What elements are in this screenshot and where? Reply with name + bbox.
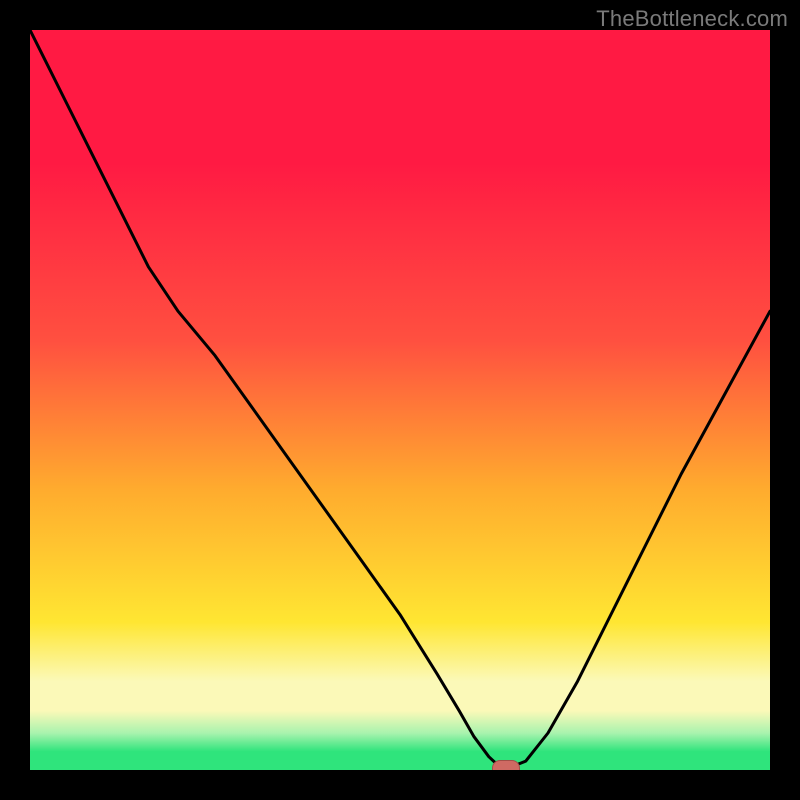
chart-frame: TheBottleneck.com: [0, 0, 800, 800]
optimal-point-marker: [492, 760, 520, 770]
watermark-text: TheBottleneck.com: [596, 6, 788, 32]
bottleneck-curve: [30, 30, 770, 770]
plot-area: [30, 30, 770, 770]
